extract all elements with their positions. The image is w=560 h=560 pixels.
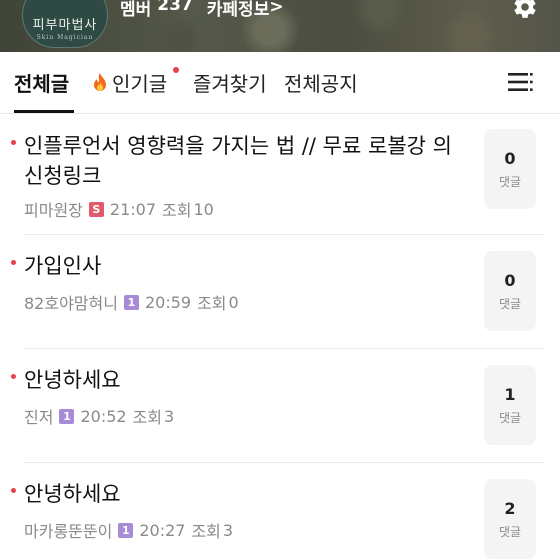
tab-all-notices[interactable]: 전체공지 [284,68,358,97]
post-meta: 마카롱뚠뚠이 1 20:27 조회 3 [24,518,233,542]
post-author[interactable]: 피마원장 [24,197,83,221]
post-views: 10 [193,199,214,219]
hamburger-menu-icon[interactable] [508,71,534,93]
member-level-badge-icon: 1 [123,294,139,310]
gear-icon[interactable] [512,0,538,20]
post-views-label: 조회 [197,294,227,313]
post-title[interactable]: 가입인사 [24,251,464,281]
comment-count: 2 [504,498,516,518]
post-views: 3 [222,520,234,540]
member-label: 멤버 [120,0,152,20]
comment-count-button[interactable]: 0 댓글 [484,129,536,209]
unread-dot [11,260,16,265]
member-count-value: 237 [157,0,193,15]
member-count[interactable]: 멤버 237 [120,0,193,20]
post-meta: 82호야맘혀니 1 20:59 조회 0 [24,290,239,314]
comment-label: 댓글 [498,524,522,539]
post-views-label: 조회 [191,522,221,541]
post-author[interactable]: 진저 [24,404,53,428]
post-title[interactable]: 안녕하세요 [24,479,464,509]
member-level-badge-icon: 1 [118,522,134,538]
tab-all-posts[interactable]: 전체글 [14,68,69,97]
post-title[interactable]: 안녕하세요 [24,365,464,395]
chevron-right-icon: > [269,0,284,17]
post-time: 20:59 [144,292,192,312]
tab-popular-label: 인기글 [112,72,168,96]
list-item[interactable]: 인플루언서 영향력을 가지는 법 // 무료 로볼강 의 신청링크 피마원장 S… [0,115,560,235]
member-level-badge-icon: 1 [59,408,75,424]
post-views: 3 [164,406,175,426]
post-views-label: 조회 [132,408,163,427]
comment-label: 댓글 [498,174,522,189]
comment-label: 댓글 [498,410,522,425]
list-item[interactable]: 안녕하세요 진저 1 20:52 조회 3 1 댓글 [0,349,560,463]
comment-count-button[interactable]: 1 댓글 [484,365,536,445]
post-views-label: 조회 [162,201,192,220]
active-tab-indicator [14,110,74,113]
board-tabs: 전체글 인기글 즐겨찾기 전체공지 [0,52,560,114]
cafe-info-label: 카페정보 [206,0,270,20]
list-item[interactable]: 안녕하세요 마카롱뚠뚠이 1 20:27 조회 3 2 댓글 [0,463,560,560]
unread-dot [11,140,16,145]
cafe-info-bar: 멤버 237 카페정보 > [120,0,284,20]
post-meta: 피마원장 S 21:07 조회 10 [24,197,214,221]
tab-favorites[interactable]: 즐겨찾기 [193,68,267,97]
staff-badge-icon: S [88,201,104,217]
flame-icon [94,73,106,91]
post-time: 20:27 [139,520,186,540]
post-time: 20:52 [80,406,127,426]
list-item[interactable]: 가입인사 82호야맘혀니 1 20:59 조회 0 0 댓글 [0,235,560,349]
tab-popular[interactable]: 인기글 [90,68,167,97]
cafe-header-banner: 피부마법사 Skin Magician 멤버 237 카페정보 > [0,0,560,52]
cafe-logo-subtext: Skin Magician [36,34,94,41]
comment-count: 0 [504,270,516,290]
comment-count: 1 [504,384,516,404]
post-title[interactable]: 인플루언서 영향력을 가지는 법 // 무료 로볼강 의 신청링크 [24,131,464,191]
comment-label: 댓글 [498,296,522,311]
post-meta: 진저 1 20:52 조회 3 [24,404,174,428]
post-views: 0 [228,292,239,312]
comment-count-button[interactable]: 0 댓글 [484,251,536,331]
cafe-info-link[interactable]: 카페정보 > [207,0,284,20]
new-indicator-dot [173,67,179,73]
post-author[interactable]: 마카롱뚠뚠이 [24,518,112,542]
post-author[interactable]: 82호야맘혀니 [24,290,118,314]
unread-dot [11,374,16,379]
post-time: 21:07 [109,199,156,219]
cafe-logo[interactable]: 피부마법사 Skin Magician [22,0,108,48]
unread-dot [11,488,16,493]
comment-count-button[interactable]: 2 댓글 [484,479,536,559]
cafe-logo-text: 피부마법사 [32,18,98,33]
comment-count: 0 [504,148,516,168]
